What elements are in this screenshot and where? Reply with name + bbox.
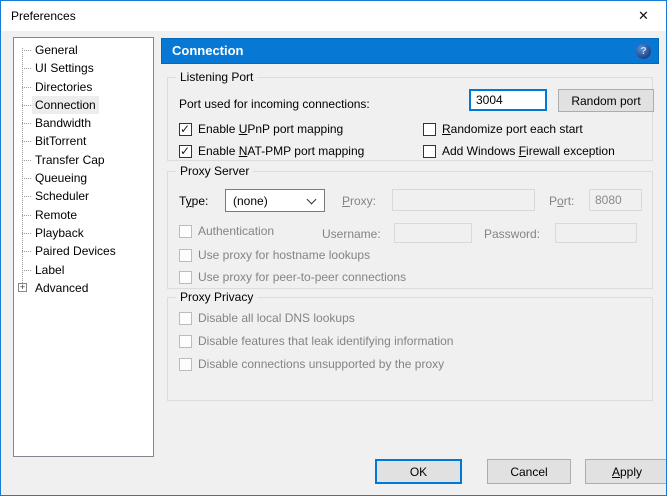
password-input (555, 223, 637, 243)
window-title: Preferences (11, 9, 76, 23)
sidebar-item-label[interactable]: Label (14, 261, 153, 279)
sidebar-item-label: Queueing (32, 169, 90, 187)
group-title: Proxy Privacy (176, 290, 257, 304)
group-title: Proxy Server (176, 164, 253, 178)
checkbox-label: Disable features that leak identifying i… (198, 334, 453, 348)
checkbox-disable-identifying-features: Disable features that leak identifying i… (179, 334, 453, 348)
checkbox-unchecked-icon (179, 312, 192, 325)
tree-list: General UI Settings Directories Connecti… (14, 38, 153, 297)
sidebar-item-scheduler[interactable]: Scheduler (14, 187, 153, 205)
sidebar-item-label: Label (32, 261, 67, 279)
checkbox-enable-natpmp[interactable]: Enable NAT-PMP port mapping (179, 144, 364, 158)
checkbox-label: Authentication (198, 224, 274, 238)
sidebar-item-ui-settings[interactable]: UI Settings (14, 59, 153, 77)
incoming-port-label: Port used for incoming connections: (179, 97, 370, 111)
checkbox-disable-dns-lookups: Disable all local DNS lookups (179, 311, 355, 325)
sidebar-item-transfer-cap[interactable]: Transfer Cap (14, 151, 153, 169)
sidebar-item-label: General (32, 41, 81, 59)
settings-tree: General UI Settings Directories Connecti… (13, 37, 154, 457)
sidebar-item-label: Remote (32, 206, 80, 224)
checkbox-label: Enable NAT-PMP port mapping (198, 144, 364, 158)
sidebar-item-label: Advanced (32, 279, 91, 297)
checkbox-firewall-exception[interactable]: Add Windows Firewall exception (423, 144, 615, 158)
sidebar-item-general[interactable]: General (14, 41, 153, 59)
selected-option: (none) (233, 194, 268, 208)
checkbox-authentication: Authentication (179, 224, 274, 238)
sidebar-item-label: Connection (32, 96, 99, 114)
sidebar-item-connection[interactable]: Connection (14, 96, 153, 114)
sidebar-item-bandwidth[interactable]: Bandwidth (14, 114, 153, 132)
checkbox-unchecked-icon (179, 335, 192, 348)
checkbox-proxy-p2p-connections: Use proxy for peer-to-peer connections (179, 270, 406, 284)
proxy-type-label: Type: (179, 194, 208, 208)
proxy-host-label: Proxy: (342, 194, 376, 208)
preferences-dialog: Preferences ✕ General UI Settings Direct… (0, 0, 667, 496)
checkbox-label: Use proxy for hostname lookups (198, 248, 370, 262)
ok-button[interactable]: OK (375, 459, 462, 484)
checkbox-disable-unsupported-connections: Disable connections unsupported by the p… (179, 357, 444, 371)
page-header: Connection ? (161, 38, 659, 64)
username-input (394, 223, 472, 243)
group-title: Listening Port (176, 70, 257, 84)
checkbox-checked-icon (179, 145, 192, 158)
sidebar-item-playback[interactable]: Playback (14, 224, 153, 242)
sidebar-item-queueing[interactable]: Queueing (14, 169, 153, 187)
checkbox-label: Randomize port each start (442, 122, 583, 136)
checkbox-label: Disable connections unsupported by the p… (198, 357, 444, 371)
checkbox-unchecked-icon (179, 358, 192, 371)
checkbox-randomize-port[interactable]: Randomize port each start (423, 122, 583, 136)
expand-plus-icon[interactable]: + (18, 283, 27, 292)
checkbox-label: Disable all local DNS lookups (198, 311, 355, 325)
help-icon[interactable]: ? (636, 44, 651, 59)
title-bar: Preferences ✕ (1, 1, 666, 31)
proxy-type-select[interactable]: (none) (225, 189, 325, 212)
checkbox-unchecked-icon (179, 225, 192, 238)
checkbox-unchecked-icon (423, 145, 436, 158)
cancel-button[interactable]: Cancel (487, 459, 571, 484)
proxy-port-input (589, 189, 642, 211)
random-port-button[interactable]: Random port (558, 89, 654, 112)
proxy-privacy-group: Proxy Privacy Disable all local DNS look… (167, 297, 653, 401)
sidebar-item-advanced[interactable]: + Advanced (14, 279, 153, 297)
sidebar-item-label: BitTorrent (32, 132, 89, 150)
checkbox-label: Enable UPnP port mapping (198, 122, 343, 136)
checkbox-unchecked-icon (179, 271, 192, 284)
sidebar-item-label: Bandwidth (32, 114, 94, 132)
sidebar-item-label: Paired Devices (32, 242, 119, 260)
sidebar-item-label: Playback (32, 224, 87, 242)
sidebar-item-remote[interactable]: Remote (14, 206, 153, 224)
username-label: Username: (322, 227, 381, 241)
checkbox-unchecked-icon (423, 123, 436, 136)
sidebar-item-bittorrent[interactable]: BitTorrent (14, 132, 153, 150)
sidebar-item-label: Scheduler (32, 187, 92, 205)
checkbox-label: Add Windows Firewall exception (442, 144, 615, 158)
checkbox-proxy-hostname-lookups: Use proxy for hostname lookups (179, 248, 370, 262)
page-title: Connection (172, 43, 244, 58)
sidebar-item-label: Transfer Cap (32, 151, 108, 169)
sidebar-item-directories[interactable]: Directories (14, 78, 153, 96)
checkbox-enable-upnp[interactable]: Enable UPnP port mapping (179, 122, 343, 136)
chevron-down-icon (307, 195, 317, 205)
checkbox-label: Use proxy for peer-to-peer connections (198, 270, 406, 284)
sidebar-item-label: UI Settings (32, 59, 97, 77)
port-input[interactable] (469, 89, 547, 111)
password-label: Password: (484, 227, 540, 241)
proxy-server-group: Proxy Server Type: (none) Proxy: Port: A… (167, 171, 653, 289)
close-icon[interactable]: ✕ (621, 1, 666, 30)
checkbox-unchecked-icon (179, 249, 192, 262)
proxy-host-input (392, 189, 535, 211)
listening-port-group: Listening Port Port used for incoming co… (167, 77, 653, 161)
sidebar-item-label: Directories (32, 78, 95, 96)
checkbox-checked-icon (179, 123, 192, 136)
apply-button[interactable]: Apply (585, 459, 667, 484)
sidebar-item-paired-devices[interactable]: Paired Devices (14, 242, 153, 260)
proxy-port-label: Port: (549, 194, 574, 208)
